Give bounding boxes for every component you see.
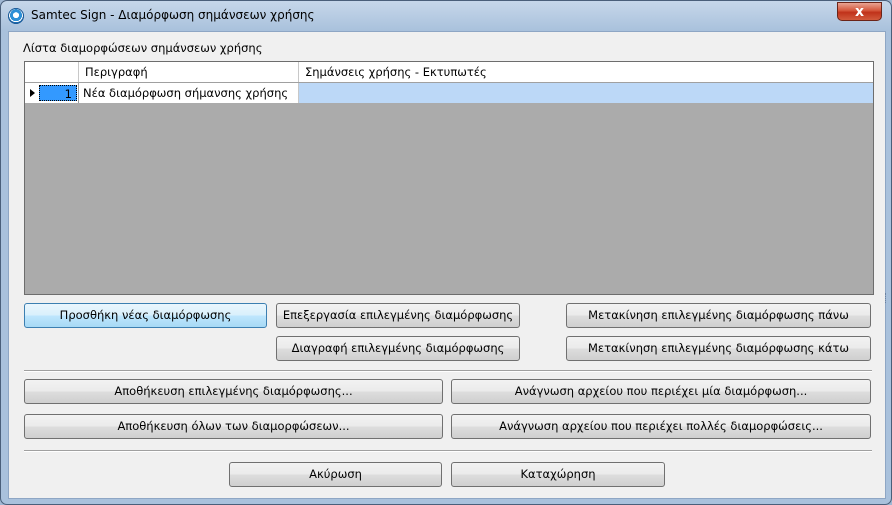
grid-header-corner <box>25 62 79 82</box>
column-header-labels-printers[interactable]: Σημάνσεις χρήσης - Εκτυπωτές <box>299 62 873 82</box>
current-row-arrow-icon <box>30 89 35 97</box>
save-selected-button[interactable]: Αποθήκευση επιλεγμένης διαμόρφωσης... <box>24 379 443 404</box>
cell-labels-printers[interactable] <box>299 83 873 103</box>
grid-header: Περιγραφή Σημάνσεις χρήσης - Εκτυπωτές <box>25 62 873 83</box>
title-bar[interactable]: Samtec Sign - Διαμόρφωση σημάνσεων χρήση… <box>1 1 891 31</box>
window-title: Samtec Sign - Διαμόρφωση σημάνσεων χρήση… <box>31 8 315 22</box>
submit-button[interactable]: Καταχώρηση <box>451 462 665 487</box>
cancel-button[interactable]: Ακύρωση <box>229 462 442 487</box>
save-all-button[interactable]: Αποθήκευση όλων των διαμορφώσεων... <box>24 414 443 439</box>
read-single-file-button[interactable]: Ανάγνωση αρχείου που περιέχει μία διαμόρ… <box>451 379 871 404</box>
list-group-label: Λίστα διαμορφώσεων σημάνσεων χρήσης <box>23 41 263 55</box>
dialog-client-area: Λίστα διαμορφώσεων σημάνσεων χρήσης Περι… <box>8 31 886 499</box>
close-button[interactable]: x <box>837 2 882 21</box>
edit-configuration-button[interactable]: Επεξεργασία επιλεγμένης διαμόρφωσης <box>276 303 520 328</box>
separator-line <box>24 370 872 372</box>
delete-configuration-button[interactable]: Διαγραφή επιλεγμένης διαμόρφωσης <box>276 336 520 361</box>
row-header[interactable]: 1 <box>25 83 79 103</box>
move-up-button[interactable]: Μετακίνηση επιλεγμένης διαμόρφωσης πάνω <box>566 303 871 328</box>
row-number[interactable]: 1 <box>39 85 77 101</box>
separator-line <box>24 450 872 452</box>
read-multiple-file-button[interactable]: Ανάγνωση αρχείου που περιέχει πολλές δια… <box>451 414 871 439</box>
column-header-description[interactable]: Περιγραφή <box>79 62 299 82</box>
dialog-window: Samtec Sign - Διαμόρφωση σημάνσεων χρήση… <box>0 0 892 505</box>
move-down-button[interactable]: Μετακίνηση επιλεγμένης διαμόρφωσης κάτω <box>566 336 871 361</box>
table-row[interactable]: 1 Νέα διαμόρφωση σήμανσης χρήσης <box>25 83 873 103</box>
add-configuration-button[interactable]: Προσθήκη νέας διαμόρφωσης <box>24 303 267 328</box>
cell-description[interactable]: Νέα διαμόρφωση σήμανσης χρήσης <box>79 83 299 103</box>
app-icon <box>8 8 24 24</box>
configurations-grid[interactable]: Περιγραφή Σημάνσεις χρήσης - Εκτυπωτές 1… <box>24 61 874 295</box>
resize-grip-icon[interactable] <box>885 293 890 303</box>
